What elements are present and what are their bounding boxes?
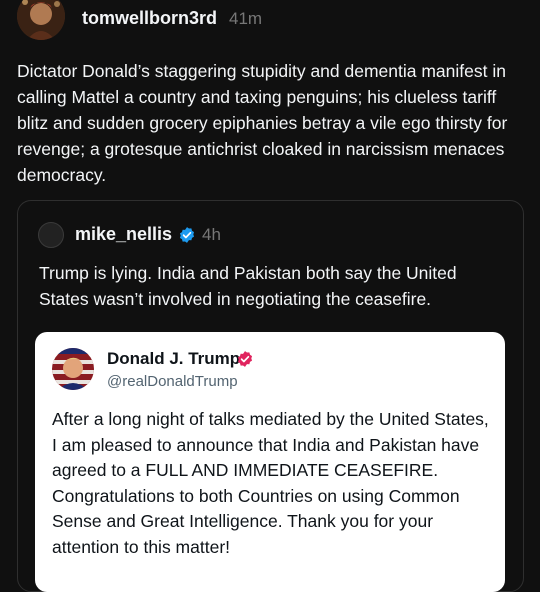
tweet-author-avatar	[52, 348, 94, 390]
quoted-post-card[interactable]: mike_nellis 4h Trump is lying. India and…	[17, 200, 524, 592]
quoted-post-text: Trump is lying. India and Pakistan both …	[39, 263, 457, 309]
quoted-author-username[interactable]: mike_nellis	[75, 224, 172, 245]
quoted-author-avatar[interactable]	[38, 222, 64, 248]
verified-check-icon	[179, 227, 195, 243]
post-text: Dictator Donald’s staggering stupidity a…	[17, 61, 508, 185]
tweet-author-name: Donald J. Trump	[107, 349, 241, 368]
author-avatar-image	[17, 0, 65, 40]
embedded-tweet-screenshot[interactable]: Donald J. Trump @realDonaldTrump After a…	[35, 332, 505, 592]
tweet-avatar-image	[52, 348, 94, 390]
tweet-text: After a long night of talks mediated by …	[52, 409, 489, 557]
author-avatar[interactable]	[17, 0, 65, 40]
affiliation-badge-icon	[237, 351, 253, 367]
tweet-author-handle: @realDonaldTrump	[107, 373, 238, 390]
author-username[interactable]: tomwellborn3rd	[82, 8, 217, 29]
post-timestamp: 41m	[229, 9, 263, 28]
quoted-post-timestamp: 4h	[202, 225, 221, 244]
